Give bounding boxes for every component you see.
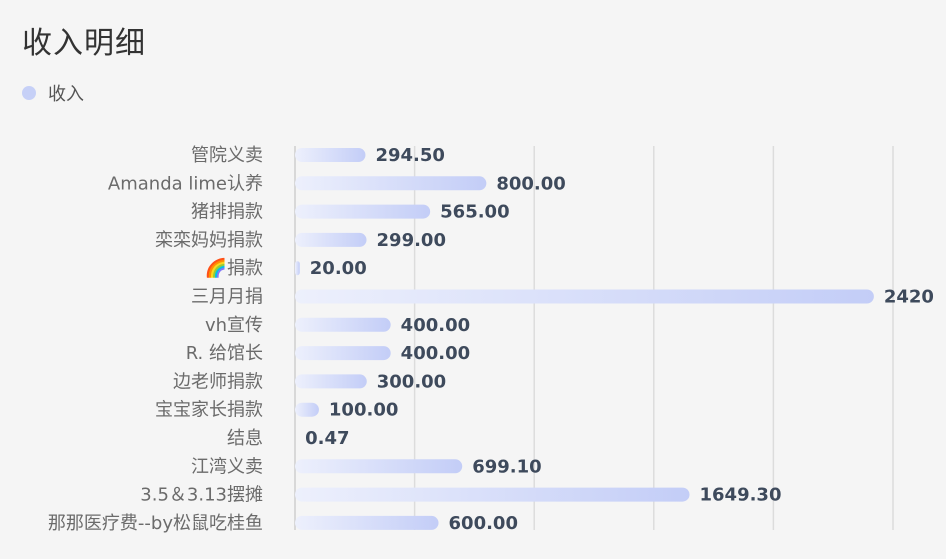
bar[interactable]: [295, 176, 487, 191]
data-label: 299.00: [377, 230, 446, 251]
bar[interactable]: [295, 261, 300, 276]
category-label: R. 给馆长: [186, 343, 263, 364]
bar[interactable]: [295, 402, 319, 417]
bar[interactable]: [295, 204, 431, 219]
data-label: 699.10: [472, 456, 541, 477]
bars: [295, 148, 874, 530]
category-label: vh宣传: [205, 315, 263, 336]
bar[interactable]: [295, 232, 367, 247]
data-label: 400.00: [401, 343, 470, 364]
data-label: 1649.30: [700, 485, 782, 506]
category-label: 三月月捐: [191, 287, 263, 308]
category-label: 那那医疗费--by松鼠吃桂鱼: [48, 513, 263, 534]
category-label: 🌈捐款: [205, 257, 263, 279]
data-label: 2420: [884, 287, 934, 308]
category-label: 猪排捐款: [191, 202, 263, 223]
bar[interactable]: [295, 289, 874, 304]
data-label: 600.00: [449, 513, 518, 534]
category-label: 结息: [227, 428, 263, 449]
bar[interactable]: [295, 346, 391, 361]
bar[interactable]: [295, 459, 463, 474]
bar-chart: 管院义卖 294.50 Amanda lime认养 800.00 猪排捐款 565.00 栾…: [48, 145, 934, 534]
data-label: 100.00: [329, 400, 398, 421]
data-label: 300.00: [377, 371, 446, 392]
bar[interactable]: [295, 148, 366, 162]
category-label: 宝宝家长捐款: [155, 400, 263, 421]
data-label: 400.00: [401, 315, 470, 336]
bar[interactable]: [295, 515, 439, 530]
bar[interactable]: [295, 487, 690, 502]
data-label: 294.50: [375, 145, 444, 166]
data-label: 565.00: [440, 202, 509, 223]
bar[interactable]: [295, 317, 391, 332]
category-label: 3.5＆3.13摆摊: [140, 485, 263, 506]
category-label: 江湾义卖: [191, 456, 263, 477]
category-label: 管院义卖: [191, 145, 263, 166]
data-label: 20.00: [310, 258, 367, 279]
labels: 管院义卖 294.50 Amanda lime认养 800.00 猪排捐款 565.00 栾…: [48, 145, 934, 534]
bar[interactable]: [295, 374, 367, 389]
category-label: Amanda lime认养: [108, 173, 263, 194]
data-label: 0.47: [305, 428, 349, 449]
data-label: 800.00: [496, 173, 565, 194]
category-label: 边老师捐款: [173, 371, 263, 392]
category-label: 栾栾妈妈捐款: [155, 230, 263, 251]
